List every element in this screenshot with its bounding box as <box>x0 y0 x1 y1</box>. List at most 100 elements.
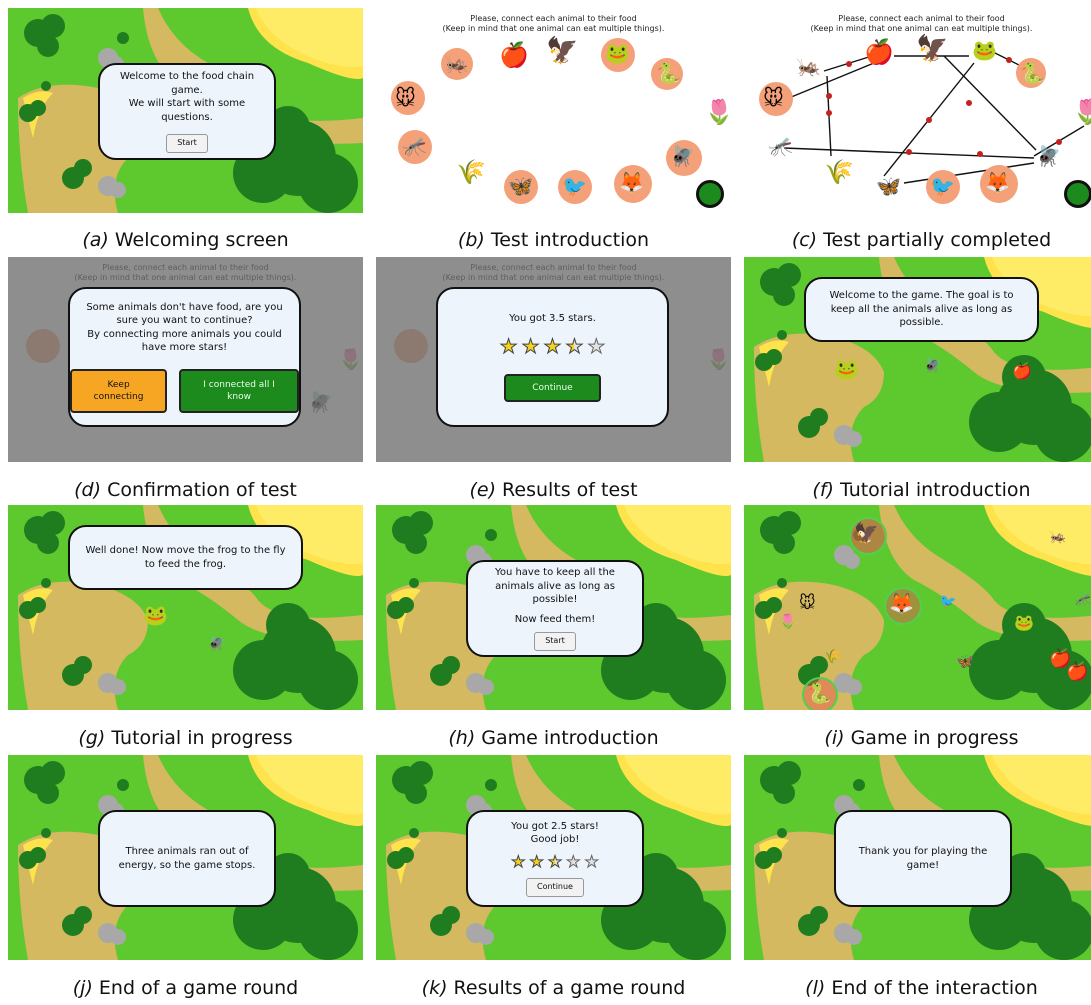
caption-j: (j) End of a game round <box>72 977 299 999</box>
round-results-dialog: You got 2.5 stars! Good job! ★ ★ ★ ★ ★ Conti… <box>466 810 644 907</box>
tulip-icon: 🌷 <box>779 614 797 630</box>
eagle-icon[interactable]: 🦅 <box>546 38 578 64</box>
star-half-icon: ★ <box>547 851 563 871</box>
mouse-icon[interactable]: 🐭 <box>799 595 816 611</box>
round-end-text: Three animals ran out of energy, so the … <box>118 846 256 871</box>
tutorial-dialog-text: Welcome to the game. The goal is to keep… <box>829 290 1014 329</box>
frog-icon[interactable]: 🐸 <box>972 40 997 60</box>
caption-b: (b) Test introduction <box>457 229 650 251</box>
tutorial-dialog: Well done! Now move the frog to the fly … <box>68 525 303 590</box>
butterfly-icon[interactable]: 🦋 <box>876 176 901 196</box>
keep-connecting-button[interactable]: Keep connecting <box>70 368 168 414</box>
frog-icon[interactable]: 🐸 <box>143 605 168 625</box>
eagle-icon: 🦅 <box>854 521 879 545</box>
wheat-icon: 🌾 <box>824 649 842 665</box>
connected-all-button[interactable]: I connected all I know <box>179 368 299 414</box>
star-rating: ★ ★ ★ ★ ★ <box>511 851 600 873</box>
bird-icon[interactable]: 🐦 <box>939 595 956 609</box>
eagle-icon[interactable]: 🦅 <box>916 36 948 62</box>
star-full-icon: ★ <box>529 851 544 871</box>
continue-button[interactable]: Continue <box>504 374 601 403</box>
star-empty-icon: ★ <box>584 851 599 871</box>
tulip-icon[interactable]: 🌷 <box>704 100 731 124</box>
frog-icon[interactable]: 🐸 <box>834 359 859 379</box>
start-button[interactable]: Start <box>534 632 576 651</box>
round-results-text: You got 2.5 stars! Good job! <box>511 820 599 846</box>
tutorial-dialog-text: Well done! Now move the frog to the fly … <box>85 545 286 570</box>
welcome-dialog-text: Welcome to the food chain game. We will … <box>119 71 255 123</box>
caption-f: (f) Tutorial introduction <box>812 479 1031 501</box>
snake-icon: 🐍 <box>1020 61 1045 85</box>
round-end-dialog: Three animals ran out of energy, so the … <box>98 810 276 907</box>
butterfly-icon[interactable]: 🦋 <box>956 655 973 669</box>
fox-icon: 🦊 <box>889 591 914 615</box>
tulip-icon[interactable]: 🌷 <box>1072 100 1091 124</box>
caption-e: (e) Results of test <box>469 479 638 501</box>
star-full-icon: ★ <box>543 334 562 359</box>
star-full-icon: ★ <box>499 334 518 359</box>
results-dialog: You got 3.5 stars. ★ ★ ★ ★ ★ Continue <box>436 287 669 427</box>
confirm-dialog-text: Some animals don't have food, are you su… <box>86 301 283 354</box>
panel-tutorial-introduction: 🐸 🪰 🍎 Welcome to the game. The goal is t… <box>744 257 1091 462</box>
start-button[interactable]: Start <box>166 134 208 153</box>
caption-c: (c) Test partially completed <box>791 229 1052 251</box>
done-node-button[interactable] <box>1064 180 1091 208</box>
wheat-icon[interactable]: 🌾 <box>824 160 854 184</box>
panel-end-of-game-round: Three animals ran out of energy, so the … <box>8 755 363 960</box>
panel-test-introduction: Please, connect each animal to their foo… <box>376 8 731 213</box>
welcome-dialog: Welcome to the food chain game. We will … <box>98 63 276 160</box>
apple-icon[interactable]: 🍎 <box>864 40 894 64</box>
mouse-icon: 🐭 <box>395 86 416 110</box>
panel-results-of-test: Please, connect each animal to their foo… <box>376 257 731 462</box>
panel-tutorial-in-progress: 🐸 🪰 Well done! Now move the frog to the … <box>8 505 363 710</box>
continue-button[interactable]: Continue <box>526 878 584 898</box>
dragonfly-icon: 🦟 <box>402 134 427 158</box>
star-full-icon: ★ <box>521 334 540 359</box>
wheat-icon[interactable]: 🌾 <box>456 160 486 184</box>
panel-game-in-progress: 🦅 🦗 🦊 🐦 🦟 🐸 🐭 🌷 🦋 🌾 🐍 🍎 🍎 <box>744 505 1091 710</box>
confirm-dialog: Some animals don't have food, are you su… <box>68 287 301 427</box>
panel-results-of-game-round: You got 2.5 stars! Good job! ★ ★ ★ ★ ★ Conti… <box>376 755 731 960</box>
apple-icon[interactable]: 🍎 <box>499 43 529 67</box>
grasshopper-icon[interactable]: 🦗 <box>1049 530 1066 544</box>
caption-i: (i) Game in progress <box>824 727 1019 749</box>
fly-icon[interactable]: 🪰 <box>924 359 941 373</box>
fly-icon[interactable]: 🪰 <box>208 637 225 651</box>
caption-h: (h) Game introduction <box>448 727 659 749</box>
mouse-icon: 🐭 <box>763 86 784 110</box>
snake-icon: 🐍 <box>807 681 832 705</box>
apple-icon: 🍎 <box>1066 661 1089 682</box>
game-intro-dialog: You have to keep all the animals alive a… <box>466 560 644 657</box>
panel-welcoming-screen: Welcome to the food chain game. We will … <box>8 8 363 213</box>
dragonfly-icon[interactable]: 🦟 <box>1074 593 1091 607</box>
grasshopper-icon: 🦗 <box>444 51 469 75</box>
fly-icon[interactable]: 🪰 <box>1036 146 1061 166</box>
caption-l: (l) End of the interaction <box>805 977 1038 999</box>
caption-a: (a) Welcoming screen <box>82 229 289 251</box>
frog-icon[interactable]: 🐸 <box>1014 615 1034 631</box>
tutorial-dialog: Welcome to the game. The goal is to keep… <box>804 277 1039 342</box>
dragonfly-icon[interactable]: 🦟 <box>768 136 793 156</box>
thank-you-text: Thank you for playing the game! <box>858 846 988 871</box>
star-empty-icon: ★ <box>587 334 606 359</box>
game-intro-text: You have to keep all the animals alive a… <box>495 567 615 606</box>
bird-icon: 🐦 <box>562 174 587 198</box>
grasshopper-icon[interactable]: 🦗 <box>796 56 821 76</box>
bird-icon: 🐦 <box>930 174 955 198</box>
panel-test-partially-completed: Please, connect each animal to their foo… <box>744 8 1091 213</box>
thank-you-dialog: Thank you for playing the game! <box>834 810 1012 907</box>
apple-icon[interactable]: 🍎 <box>1012 363 1032 379</box>
star-half-icon: ★ <box>565 334 584 359</box>
game-intro-text2: Now feed them! <box>514 613 596 625</box>
panel-game-introduction: You have to keep all the animals alive a… <box>376 505 731 710</box>
caption-g: (g) Tutorial in progress <box>78 727 293 749</box>
test-instruction: Please, connect each animal to their foo… <box>442 14 665 33</box>
fox-icon: 🦊 <box>985 170 1010 194</box>
caption-k: (k) Results of a game round <box>421 977 686 999</box>
snake-icon: 🐍 <box>656 61 681 85</box>
star-rating: ★ ★ ★ ★ ★ <box>499 333 606 360</box>
done-node-button[interactable] <box>696 180 724 208</box>
fly-icon: 🪰 <box>670 144 695 168</box>
panel-confirmation-of-test: Please, connect each animal to their foo… <box>8 257 363 462</box>
star-full-icon: ★ <box>511 851 526 871</box>
